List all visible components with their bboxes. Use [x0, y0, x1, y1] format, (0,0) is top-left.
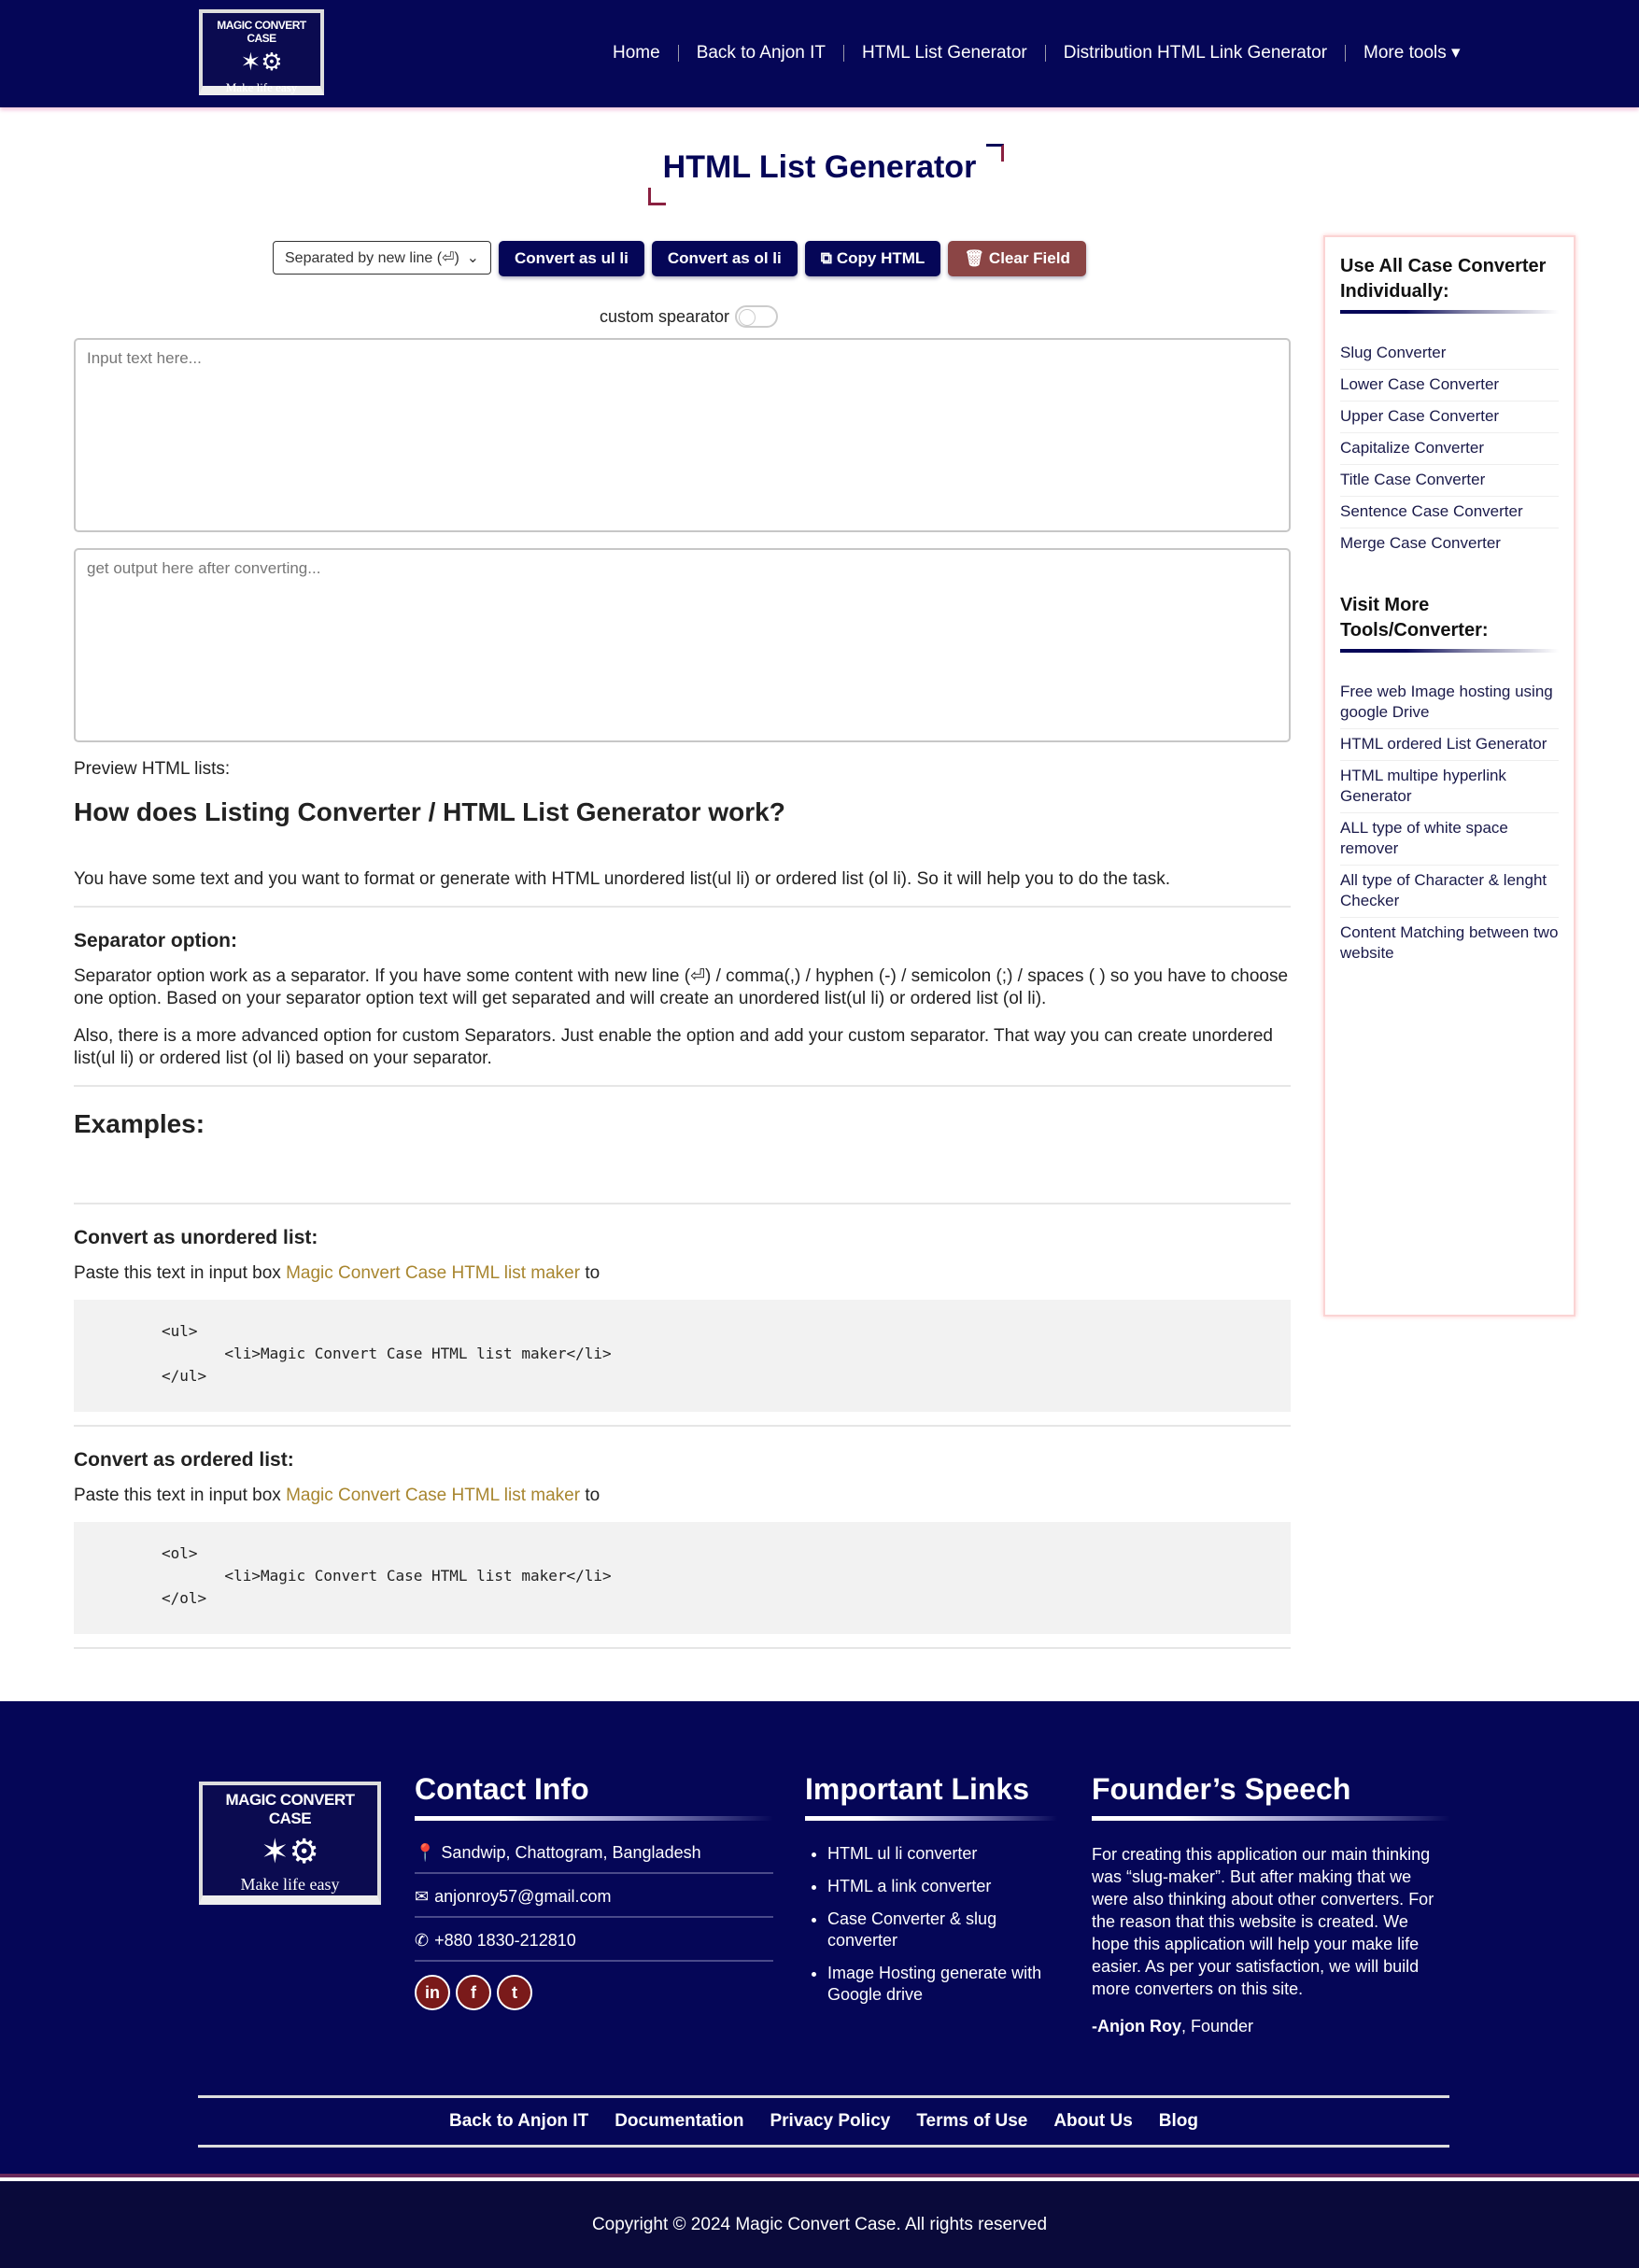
gears-icon: ✶⚙: [240, 49, 283, 76]
caret-down-icon: ▾: [1451, 43, 1461, 63]
important-links: Important Links HTML ul li converter HTM…: [805, 1772, 1057, 2017]
list-maker-link[interactable]: Magic Convert Case HTML list maker: [286, 1486, 580, 1505]
footer-documentation[interactable]: Documentation: [615, 2111, 743, 2132]
sidebar-link[interactable]: HTML ordered List Generator: [1340, 729, 1559, 761]
separator-text: Separator option work as a separator. If…: [74, 966, 1289, 1008]
examples-heading: Examples:: [74, 1109, 205, 1138]
footer-link[interactable]: HTML ul li converter: [827, 1843, 1057, 1865]
heading-underline: [1092, 1816, 1450, 1821]
heading-underline: [1340, 649, 1559, 653]
convert-ul-button[interactable]: Convert as ul li: [499, 241, 644, 276]
nav-more-tools[interactable]: More tools ▾: [1346, 43, 1478, 63]
facebook-icon[interactable]: f: [456, 1975, 491, 2010]
how-it-works-heading: How does Listing Converter / HTML List G…: [74, 797, 785, 826]
custom-separator-text: Also, there is a more advanced option fo…: [74, 1026, 1273, 1068]
social-links: in f t: [415, 1975, 773, 2010]
custom-separator-toggle[interactable]: [735, 305, 779, 328]
envelope-icon: ✉: [415, 1887, 430, 1906]
contact-heading: Contact Info: [415, 1772, 589, 1806]
footer-privacy-policy[interactable]: Privacy Policy: [770, 2111, 890, 2132]
divider: [74, 1203, 1291, 1204]
phone-icon: ✆: [415, 1931, 430, 1950]
footer-about-us[interactable]: About Us: [1053, 2111, 1132, 2132]
divider: [74, 1085, 1291, 1087]
nav-home[interactable]: Home: [613, 44, 679, 62]
map-pin-icon: 📍: [415, 1843, 436, 1862]
divider: [74, 906, 1291, 908]
header: MAGIC CONVERT CASE ✶⚙ Make life easy Hom…: [0, 0, 1639, 107]
nav-back-to-anjon-it[interactable]: Back to Anjon IT: [679, 44, 845, 62]
sidebar-link[interactable]: HTML multipe hyperlink Generator: [1340, 761, 1559, 813]
footer-blog[interactable]: Blog: [1159, 2111, 1198, 2132]
clear-field-button[interactable]: 🗑 Clear Field: [948, 241, 1086, 276]
contact-info: Contact Info 📍 Sandwip, Chattogram, Bangl…: [415, 1772, 773, 2010]
sidebar-link[interactable]: Lower Case Converter: [1340, 370, 1559, 401]
main-nav: Home Back to Anjon IT HTML List Generato…: [613, 43, 1478, 63]
ul-example-heading: Convert as unordered list:: [74, 1227, 318, 1248]
copyright: Copyright © 2024 Magic Convert Case. All…: [0, 2181, 1639, 2268]
sidebar-link[interactable]: Title Case Converter: [1340, 465, 1559, 497]
sidebar-link[interactable]: Content Matching between two website: [1340, 918, 1559, 969]
chevron-down-icon: ⌄: [466, 250, 479, 266]
footer: MAGIC CONVERT CASE ✶⚙ Make life easy Con…: [0, 1701, 1639, 2177]
nav-distribution-link-generator[interactable]: Distribution HTML Link Generator: [1046, 44, 1347, 62]
ol-paste-text: Paste this text in input box Magic Conve…: [74, 1486, 600, 1505]
page-title: HTML List Generator: [0, 149, 1639, 186]
footer-terms-of-use[interactable]: Terms of Use: [916, 2111, 1027, 2132]
ul-paste-text: Paste this text in input box Magic Conve…: [74, 1263, 600, 1283]
footer-logo: MAGIC CONVERT CASE ✶⚙ Make life easy: [199, 1782, 381, 1905]
speech-heading: Founder’s Speech: [1092, 1772, 1351, 1806]
separator-select[interactable]: Separated by new line (⏎) ⌄: [273, 241, 491, 275]
ol-code-block: <ol> <li>Magic Convert Case HTML list ma…: [74, 1522, 1291, 1634]
divider: [74, 1425, 1291, 1427]
separator-heading: Separator option:: [74, 930, 238, 951]
divider: [74, 1647, 1291, 1649]
copy-html-button[interactable]: ⧉ Copy HTML: [804, 241, 941, 276]
links-heading: Important Links: [805, 1772, 1030, 1806]
sidebar-link[interactable]: All type of Character & lenght Checker: [1340, 866, 1559, 918]
copy-icon: ⧉: [820, 249, 832, 267]
sidebar-link[interactable]: ALL type of white space remover: [1340, 813, 1559, 866]
output-textarea[interactable]: get output here after converting...: [74, 548, 1291, 742]
footer-link[interactable]: HTML a link converter: [827, 1876, 1057, 1897]
trash-icon: 🗑: [964, 249, 984, 267]
twitter-icon[interactable]: t: [497, 1975, 532, 2010]
sidebar-link[interactable]: Merge Case Converter: [1340, 528, 1559, 559]
heading-underline: [415, 1816, 773, 1821]
speech-text: For creating this application our main t…: [1092, 1845, 1434, 1998]
phone-link[interactable]: ✆ +880 1830-212810: [415, 1931, 773, 1962]
footer-bottom-links: Back to Anjon IT Documentation Privacy P…: [198, 2095, 1449, 2148]
list-maker-link[interactable]: Magic Convert Case HTML list maker: [286, 1263, 580, 1283]
custom-separator-row: custom spearator: [0, 305, 1378, 328]
ul-code-block: <ul> <li>Magic Convert Case HTML list ma…: [74, 1300, 1291, 1412]
sidebar-heading-tools: Visit More Tools/Converter:: [1340, 595, 1489, 641]
gears-icon: ✶⚙: [261, 1833, 319, 1870]
sidebar-link[interactable]: Sentence Case Converter: [1340, 497, 1559, 528]
sidebar: Use All Case Converter Individually: Slu…: [1323, 235, 1575, 1317]
heading-underline: [1340, 310, 1559, 314]
heading-underline: [805, 1816, 1057, 1821]
ol-example-heading: Convert as ordered list:: [74, 1449, 294, 1471]
preview-label: Preview HTML lists:: [74, 759, 231, 779]
footer-back-to-anjon-it[interactable]: Back to Anjon IT: [449, 2111, 588, 2132]
toolbar: Separated by new line (⏎) ⌄ Convert as ul…: [273, 241, 1086, 276]
sidebar-heading-converters: Use All Case Converter Individually:: [1340, 256, 1547, 302]
logo[interactable]: MAGIC CONVERT CASE ✶⚙ Make life easy: [199, 9, 324, 95]
article: Preview HTML lists: How does Listing Con…: [74, 758, 1291, 1671]
sidebar-link[interactable]: Upper Case Converter: [1340, 401, 1559, 433]
sidebar-link[interactable]: Slug Converter: [1340, 338, 1559, 370]
convert-ol-button[interactable]: Convert as ol li: [651, 241, 798, 276]
address: 📍 Sandwip, Chattogram, Bangladesh: [415, 1843, 773, 1874]
founder-signature: -Anjon Roy, Founder: [1092, 2017, 1254, 2036]
intro-text: You have some text and you want to forma…: [74, 869, 1170, 889]
footer-link[interactable]: Image Hosting generate with Google drive: [827, 1963, 1057, 2006]
footer-link[interactable]: Case Converter & slug converter: [827, 1909, 1057, 1951]
input-textarea[interactable]: Input text here...: [74, 338, 1291, 532]
sidebar-link[interactable]: Capitalize Converter: [1340, 433, 1559, 465]
linkedin-icon[interactable]: in: [415, 1975, 450, 2010]
nav-html-list-generator[interactable]: HTML List Generator: [844, 44, 1046, 62]
sidebar-link[interactable]: Free web Image hosting using google Driv…: [1340, 677, 1559, 729]
founders-speech: Founder’s Speech For creating this appli…: [1092, 1772, 1450, 2037]
email-link[interactable]: ✉ anjonroy57@gmail.com: [415, 1887, 773, 1918]
